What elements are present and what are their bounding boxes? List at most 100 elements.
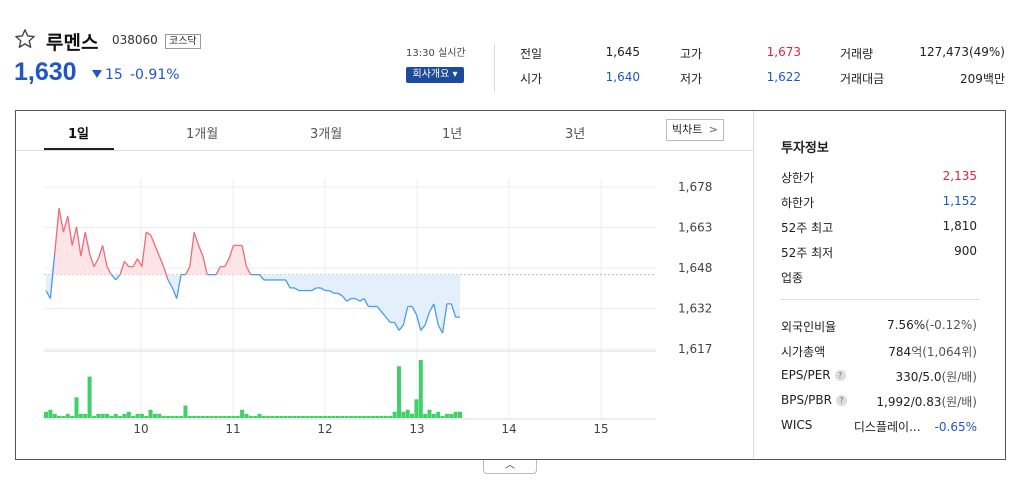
volume-bar [205, 415, 210, 418]
volume-bar [427, 409, 432, 418]
x-tick-label: 14 [501, 422, 516, 436]
volume-bar [157, 413, 162, 418]
info-label-text: 외국인비율 [781, 320, 837, 334]
volume-bar [200, 415, 205, 418]
quote-label: 거래량 [840, 47, 874, 61]
info-divider [781, 299, 979, 300]
info-value: 900 [954, 244, 977, 258]
info-label: EPS/PER? [781, 368, 846, 382]
help-icon[interactable]: ? [834, 370, 846, 381]
volume-bar [453, 411, 458, 418]
volume-bar [366, 415, 371, 418]
info-value-main: 784 [888, 345, 912, 359]
favorite-star-icon[interactable] [14, 28, 36, 50]
volume-bar [431, 413, 436, 418]
info-label-text: BPS/PBR [781, 393, 832, 407]
volume-bar [183, 405, 188, 418]
x-tick-label: 15 [593, 422, 608, 436]
volume-bar [74, 397, 79, 418]
quote-label: 전일 [520, 47, 543, 61]
chevron-up-icon: ︿ [505, 460, 515, 471]
volume-bar [314, 415, 319, 418]
info-value: 1,810 [942, 219, 977, 233]
volume-bar [379, 415, 384, 418]
info-label: 시가총액 [781, 343, 825, 360]
volume-bar [144, 415, 149, 418]
volume-bar [340, 415, 345, 418]
volume-bar [235, 415, 240, 418]
info-value: 2,135 [942, 169, 977, 183]
volume-bar [70, 415, 75, 418]
volume-bar [126, 411, 131, 418]
volume-bar [370, 415, 375, 418]
volume-bar [318, 415, 323, 418]
volume-bar [83, 413, 88, 418]
info-value: 디스플레이... -0.65% [854, 418, 977, 435]
volume-bar [423, 413, 428, 418]
volume-bar [405, 409, 410, 418]
market-badge: 코스닥 [165, 34, 201, 49]
volume-bar [257, 413, 262, 418]
volume-bar [196, 415, 201, 418]
quote-label: 고가 [680, 47, 703, 61]
volume-bar [392, 411, 397, 418]
info-label: BPS/PBR? [781, 393, 847, 407]
volume-bar [401, 411, 406, 418]
info-label-text: EPS/PER [781, 368, 831, 382]
volume-bar [65, 413, 70, 418]
volume-bar [418, 360, 423, 418]
volume-bar [383, 415, 388, 418]
company-overview-button[interactable]: 회사개요 ▾ [406, 67, 464, 83]
volume-bar [458, 411, 462, 418]
volume-bar [357, 415, 362, 418]
volume-bar [118, 415, 123, 418]
collapse-toggle[interactable]: ︿ [483, 460, 537, 474]
quote-label: 거래대금 [840, 72, 885, 86]
volume-bar [222, 415, 227, 418]
help-icon[interactable]: ? [835, 395, 847, 406]
volume-bar [231, 415, 236, 418]
info-value-main: 1,992/0.83 [876, 395, 942, 409]
volume-bar [353, 415, 358, 418]
x-tick-label: 11 [225, 422, 240, 436]
info-value-sub: -0.65% [934, 420, 977, 434]
volume-bar [344, 415, 349, 418]
info-label: 상한가 [781, 171, 815, 185]
price-change: 15 [92, 67, 123, 83]
volume-bar [161, 415, 166, 418]
info-value-main: 330/5.0 [895, 370, 942, 384]
quote-value: 1,645 [605, 45, 640, 59]
volume-bar [362, 415, 367, 418]
volume-bar [261, 415, 266, 418]
info-value: 7.56%(-0.12%) [887, 318, 977, 332]
volume-bar [192, 415, 197, 418]
info-value: 1,152 [942, 194, 977, 208]
volume-bar [322, 415, 327, 418]
volume-bar [105, 413, 110, 418]
volume-bar [296, 415, 301, 418]
header-divider [494, 44, 495, 92]
info-value: 330/5.0(원/배) [895, 368, 977, 385]
volume-bar [283, 415, 288, 418]
volume-bar [270, 415, 275, 418]
volume-bar [274, 415, 279, 418]
volume-bar [148, 409, 153, 418]
volume-bar [349, 415, 354, 418]
volume-bar [301, 415, 306, 418]
volume-bar [449, 413, 454, 418]
volume-bar [414, 399, 419, 418]
quote-label: 시가 [520, 72, 543, 86]
x-tick-label: 13 [409, 422, 424, 436]
down-triangle-icon [92, 70, 102, 78]
price-down-fill [46, 274, 460, 334]
volume-bar [152, 413, 157, 418]
quote-value: 127,473(49%) [919, 45, 1005, 59]
volume-bar [248, 415, 253, 418]
volume-bar [179, 415, 184, 418]
y-tick-label: 1,632 [678, 302, 712, 316]
realtime-label: 13:30 실시간 [406, 48, 466, 59]
volume-bar [170, 415, 175, 418]
info-label: 업종 [781, 271, 804, 285]
info-value-sub: (원/배) [941, 370, 978, 384]
volume-bar [91, 415, 96, 418]
